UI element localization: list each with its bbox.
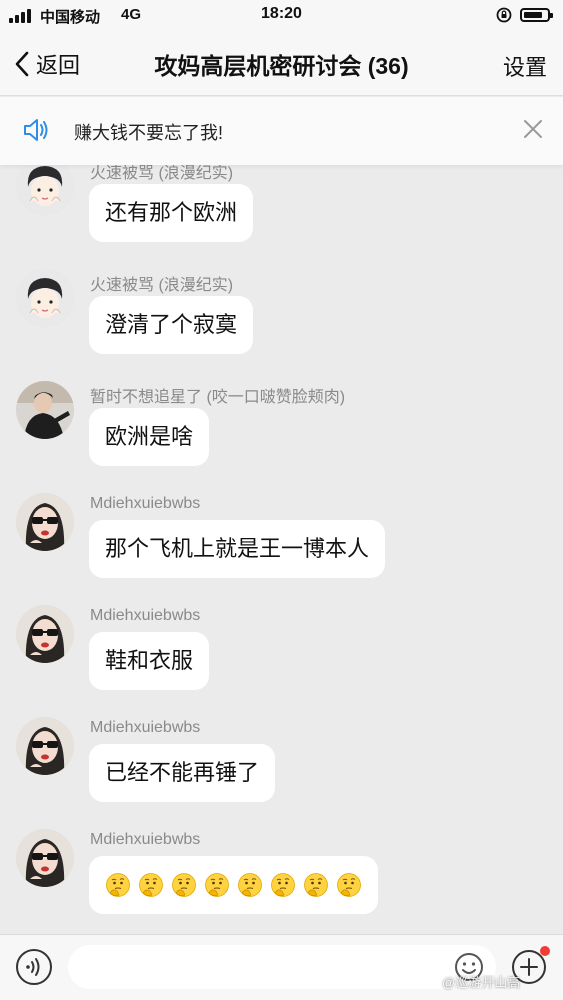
thinking-face-icon	[304, 873, 328, 897]
cartoon-boy-avatar[interactable]	[16, 157, 74, 215]
message-item: Mdiehxuiebwbs	[0, 829, 563, 934]
group-notice[interactable]: 赚大钱不要忘了我!	[0, 97, 563, 165]
sender-name: Mdiehxuiebwbs	[90, 719, 201, 736]
status-time: 18:20	[261, 5, 302, 22]
speaker-icon	[24, 119, 48, 141]
message-bubble[interactable]: 已经不能再锤了	[89, 744, 276, 802]
message-input[interactable]	[68, 945, 496, 989]
message-list[interactable]: 火速被骂 (浪漫纪实) 还有那个欧洲 火速被骂 (浪漫纪实) 澄清了个寂寞 暂时…	[0, 96, 563, 934]
battery-icon	[520, 8, 553, 22]
sender-name: Mdiehxuiebwbs	[90, 831, 201, 848]
message-item: 暂时不想追星了 (咬一口啵赞脸颊肉) 欧洲是啥	[0, 381, 563, 493]
notice-text: 赚大钱不要忘了我!	[74, 123, 224, 143]
emoji-row	[105, 856, 362, 914]
thinking-face-icon	[139, 873, 163, 897]
sunglasses-girl-avatar[interactable]	[16, 717, 74, 775]
thinking-face-icon	[205, 873, 229, 897]
settings-button[interactable]: 设置	[503, 50, 547, 82]
message-bubble[interactable]: 那个飞机上就是王一博本人	[89, 520, 386, 578]
notification-dot	[540, 946, 550, 956]
rotation-lock-icon	[496, 7, 512, 23]
message-bubble[interactable]: 还有那个欧洲	[89, 184, 254, 242]
thinking-face-icon	[106, 873, 130, 897]
thinking-face-icon	[337, 873, 361, 897]
voice-icon	[26, 958, 40, 976]
sender-name: Mdiehxuiebwbs	[90, 607, 201, 624]
sender-name: 暂时不想追星了 (咬一口啵赞脸颊肉)	[90, 389, 346, 406]
message-item: Mdiehxuiebwbs 那个飞机上就是王一博本人	[0, 493, 563, 605]
cartoon-boy-avatar[interactable]	[16, 269, 74, 327]
thinking-face-icon	[271, 873, 295, 897]
message-bubble[interactable]: 澄清了个寂寞	[89, 296, 254, 354]
sunglasses-girl-avatar[interactable]	[16, 605, 74, 663]
watermark: @巡游开山高	[442, 975, 521, 990]
thinking-face-icon	[172, 873, 196, 897]
close-icon[interactable]	[521, 117, 545, 141]
sender-name: 火速被骂 (浪漫纪实)	[90, 277, 234, 294]
message-bubble[interactable]: 鞋和衣服	[89, 632, 210, 690]
emoji-message-bubble[interactable]	[89, 856, 378, 914]
status-bar: 中国移动 4G 18:20	[0, 0, 563, 30]
message-item: Mdiehxuiebwbs 已经不能再锤了	[0, 717, 563, 829]
sunglasses-girl-avatar[interactable]	[16, 493, 74, 551]
message-bubble[interactable]: 欧洲是啥	[89, 408, 210, 466]
message-item: Mdiehxuiebwbs 鞋和衣服	[0, 605, 563, 717]
voice-button[interactable]	[16, 949, 52, 985]
photo-avatar[interactable]	[16, 381, 74, 439]
sender-name: Mdiehxuiebwbs	[90, 495, 201, 512]
chat-title: 攻妈高层机密研讨会 (36)	[154, 53, 409, 79]
message-item: 火速被骂 (浪漫纪实) 澄清了个寂寞	[0, 269, 563, 381]
nav-bar: 返回 攻妈高层机密研讨会 (36) 设置	[0, 30, 563, 96]
thinking-face-icon	[238, 873, 262, 897]
message-item: 火速被骂 (浪漫纪实) 还有那个欧洲	[0, 157, 563, 269]
sunglasses-girl-avatar[interactable]	[16, 829, 74, 887]
